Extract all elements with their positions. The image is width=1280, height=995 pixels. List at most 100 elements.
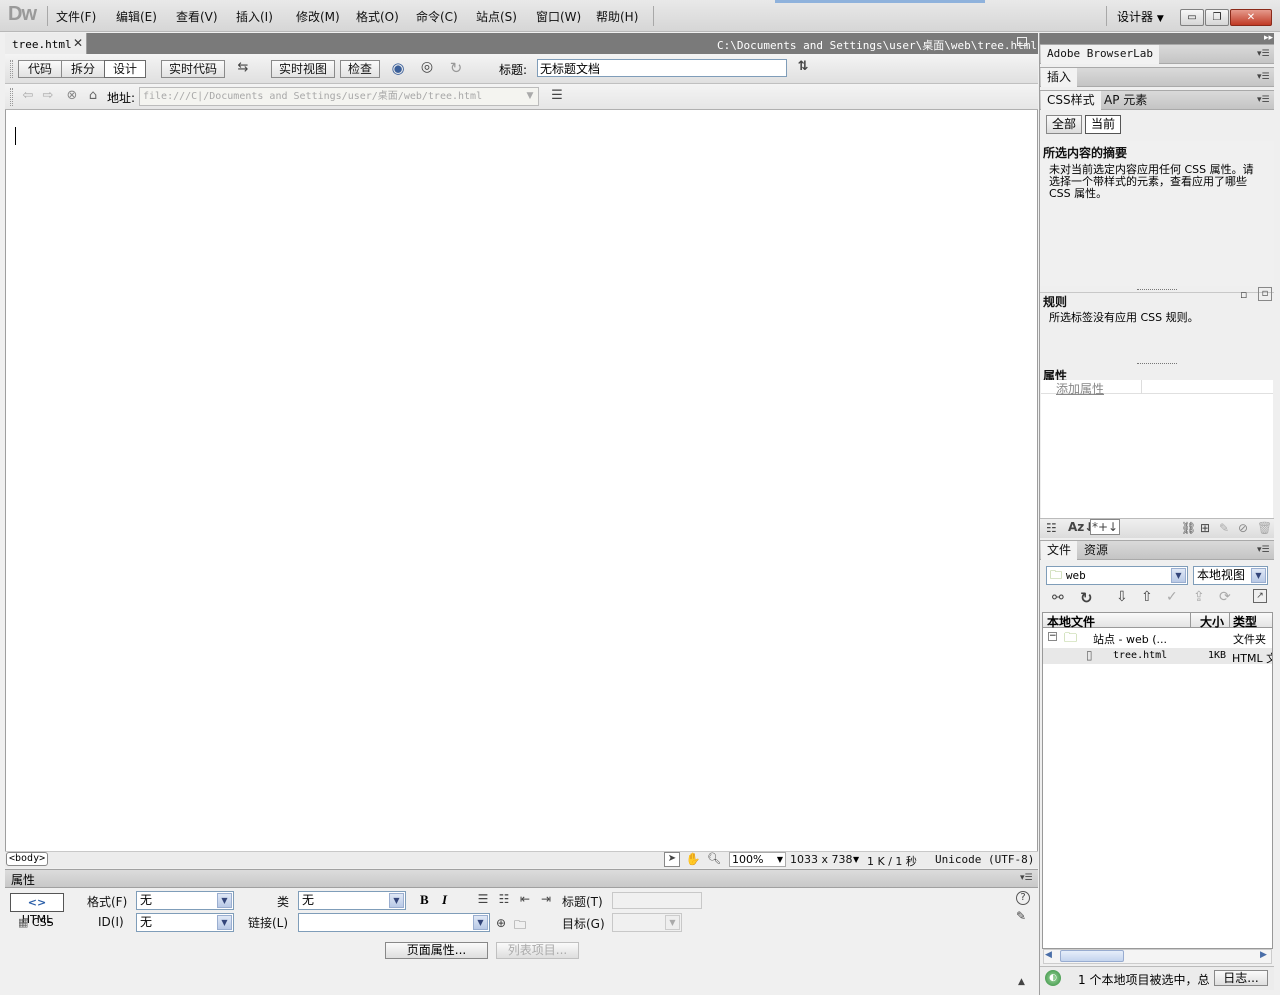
check-in-icon[interactable]: ⇪ bbox=[1193, 589, 1205, 605]
close-icon[interactable]: ✕ bbox=[73, 36, 83, 50]
inspect-button[interactable]: 检查 bbox=[340, 60, 380, 78]
panel-menu-icon[interactable]: ▾☰ bbox=[1257, 95, 1270, 105]
file-management-icon[interactable]: ⇆ bbox=[231, 60, 255, 78]
quick-tag-editor-icon[interactable]: ✎ bbox=[1016, 909, 1026, 923]
menu-window[interactable]: 窗口(W) bbox=[536, 8, 581, 25]
column-local-files[interactable]: 本地文件 bbox=[1047, 613, 1095, 630]
folder-icon[interactable]: 🗀 bbox=[514, 916, 526, 937]
title-attr-input[interactable] bbox=[612, 892, 702, 909]
bold-button[interactable]: B bbox=[420, 892, 429, 908]
section-resize-handle[interactable] bbox=[1137, 289, 1177, 290]
site-select[interactable]: 🗀 web ▼ bbox=[1046, 566, 1188, 585]
target-select[interactable]: ▼ bbox=[612, 913, 682, 932]
current-mode-button[interactable]: 当前 bbox=[1085, 115, 1121, 134]
column-type[interactable]: 类型 bbox=[1233, 613, 1257, 630]
collapse-toggle-icon[interactable]: − bbox=[1048, 632, 1057, 641]
indent-icon[interactable]: ⇥ bbox=[539, 892, 553, 906]
page-properties-button[interactable]: 页面属性... bbox=[385, 942, 488, 959]
forward-icon[interactable]: ⇨ bbox=[40, 88, 56, 103]
point-to-file-icon[interactable]: ⊕ bbox=[496, 916, 506, 930]
rule-info-icon[interactable]: ▫ bbox=[1258, 287, 1272, 301]
assets-tab[interactable]: 资源 bbox=[1078, 541, 1114, 560]
id-select[interactable]: 无 ▼ bbox=[136, 913, 234, 932]
edit-rule-icon[interactable]: ✎ bbox=[1219, 521, 1229, 535]
title-input[interactable] bbox=[537, 59, 787, 77]
connect-icon[interactable]: ⚯ bbox=[1052, 590, 1064, 606]
css-mode-button[interactable]: ▦ CSS bbox=[18, 916, 54, 929]
view-select[interactable]: 本地视图 ▼ bbox=[1193, 566, 1268, 585]
design-view-button[interactable]: 设计 bbox=[104, 60, 146, 78]
back-icon[interactable]: ⇦ bbox=[20, 88, 36, 103]
split-view-button[interactable]: 拆分 bbox=[61, 60, 105, 78]
window-size[interactable]: 1033 x 738 bbox=[790, 853, 853, 866]
live-view-button[interactable]: 实时视图 bbox=[271, 60, 335, 78]
tag-selector-body[interactable]: <body> bbox=[6, 852, 49, 866]
browser-options-icon[interactable]: ☰ bbox=[545, 88, 569, 106]
add-attribute-link[interactable]: 添加属性 bbox=[1056, 380, 1104, 397]
collapse-icon[interactable]: ▲ bbox=[1018, 977, 1025, 987]
code-view-button[interactable]: 代码 bbox=[18, 60, 62, 78]
delete-icon[interactable]: 🗑︎ bbox=[1257, 521, 1272, 535]
italic-button[interactable]: I bbox=[442, 892, 447, 908]
set-properties-view-icon[interactable]: *+↓ bbox=[1090, 519, 1121, 535]
ap-elements-tab[interactable]: AP 元素 bbox=[1098, 91, 1153, 110]
class-select[interactable]: 无 ▼ bbox=[298, 891, 406, 910]
scroll-right-icon[interactable]: ▶ bbox=[1260, 950, 1267, 960]
design-canvas[interactable] bbox=[5, 33, 1038, 867]
get-files-icon[interactable]: ⇩ bbox=[1116, 589, 1128, 605]
menu-insert[interactable]: 插入(I) bbox=[236, 8, 273, 25]
menu-help[interactable]: 帮助(H) bbox=[596, 8, 638, 25]
menu-site[interactable]: 站点(S) bbox=[476, 8, 517, 25]
expand-panel-icon[interactable]: ↗ bbox=[1253, 589, 1267, 603]
outdent-icon[interactable]: ⇤ bbox=[518, 892, 532, 906]
refresh-icon[interactable]: ↻ bbox=[446, 59, 466, 79]
panel-menu-icon[interactable]: ▾☰ bbox=[1257, 49, 1270, 59]
menu-commands[interactable]: 命令(C) bbox=[416, 8, 458, 25]
synchronize-icon[interactable]: ⟳ bbox=[1219, 589, 1231, 605]
category-view-icon[interactable]: ☷ bbox=[1046, 521, 1057, 535]
chevron-down-icon[interactable]: ▼ bbox=[522, 89, 538, 104]
panel-menu-icon[interactable]: ▾☰ bbox=[1257, 72, 1270, 82]
check-out-icon[interactable]: ✓ bbox=[1166, 589, 1178, 605]
format-select[interactable]: 无 ▼ bbox=[136, 891, 234, 910]
live-code-button[interactable]: 实时代码 bbox=[161, 60, 225, 78]
files-tab[interactable]: 文件 bbox=[1041, 541, 1078, 560]
list-item-button[interactable]: 列表项目... bbox=[496, 942, 579, 959]
help-icon[interactable]: ? bbox=[1016, 891, 1030, 905]
address-input[interactable]: file:///C|/Documents and Settings/user/桌… bbox=[139, 87, 539, 106]
cascade-view-icon[interactable]: ▫ bbox=[1240, 288, 1247, 301]
all-mode-button[interactable]: 全部 bbox=[1046, 115, 1082, 134]
stop-icon[interactable]: ⊗ bbox=[64, 88, 80, 103]
minimize-button[interactable]: ▭ bbox=[1180, 9, 1204, 26]
html-mode-button[interactable]: <> HTML bbox=[10, 893, 64, 926]
unordered-list-icon[interactable]: ☰ bbox=[476, 892, 490, 906]
panel-menu-icon[interactable]: ▾☰ bbox=[1020, 873, 1033, 883]
menu-view[interactable]: 查看(V) bbox=[176, 8, 218, 25]
browserlab-tab[interactable]: Adobe BrowserLab bbox=[1041, 45, 1159, 64]
panel-menu-icon[interactable]: ▾☰ bbox=[1257, 545, 1270, 555]
insert-tab[interactable]: 插入 bbox=[1041, 68, 1078, 87]
refresh-icon[interactable]: ↻ bbox=[1080, 589, 1093, 607]
css-styles-tab[interactable]: CSS样式 bbox=[1041, 91, 1101, 110]
disable-property-icon[interactable]: ⊘ bbox=[1238, 521, 1248, 535]
new-rule-icon[interactable]: ⊞ bbox=[1200, 521, 1210, 535]
scroll-left-icon[interactable]: ◀ bbox=[1045, 950, 1052, 960]
ordered-list-icon[interactable]: ☷ bbox=[497, 892, 511, 906]
browser-preview-icon[interactable]: ◉ bbox=[387, 59, 409, 79]
attach-stylesheet-icon[interactable]: ⛓ bbox=[1181, 521, 1196, 535]
restore-icon[interactable] bbox=[1017, 37, 1027, 46]
link-input[interactable]: ▼ bbox=[298, 913, 490, 932]
close-button[interactable]: ✕ bbox=[1230, 9, 1272, 26]
pointer-tool-icon[interactable]: ➤ bbox=[664, 852, 680, 867]
menu-modify[interactable]: 修改(M) bbox=[296, 8, 340, 25]
restore-button[interactable]: ❐ bbox=[1205, 9, 1229, 26]
home-icon[interactable]: ⌂ bbox=[85, 88, 101, 103]
section-resize-handle[interactable] bbox=[1137, 363, 1177, 364]
put-files-icon[interactable]: ⇧ bbox=[1141, 589, 1153, 605]
hand-tool-icon[interactable]: ✋ bbox=[685, 852, 701, 866]
validate-icon[interactable]: ⇅ bbox=[792, 59, 814, 79]
chevron-down-icon[interactable]: ▼ bbox=[853, 855, 859, 864]
zoom-tool-icon[interactable]: 🔍︎ bbox=[706, 852, 722, 865]
menu-edit[interactable]: 编辑(E) bbox=[116, 8, 157, 25]
expand-icon[interactable]: ▸▸ bbox=[1264, 33, 1273, 43]
